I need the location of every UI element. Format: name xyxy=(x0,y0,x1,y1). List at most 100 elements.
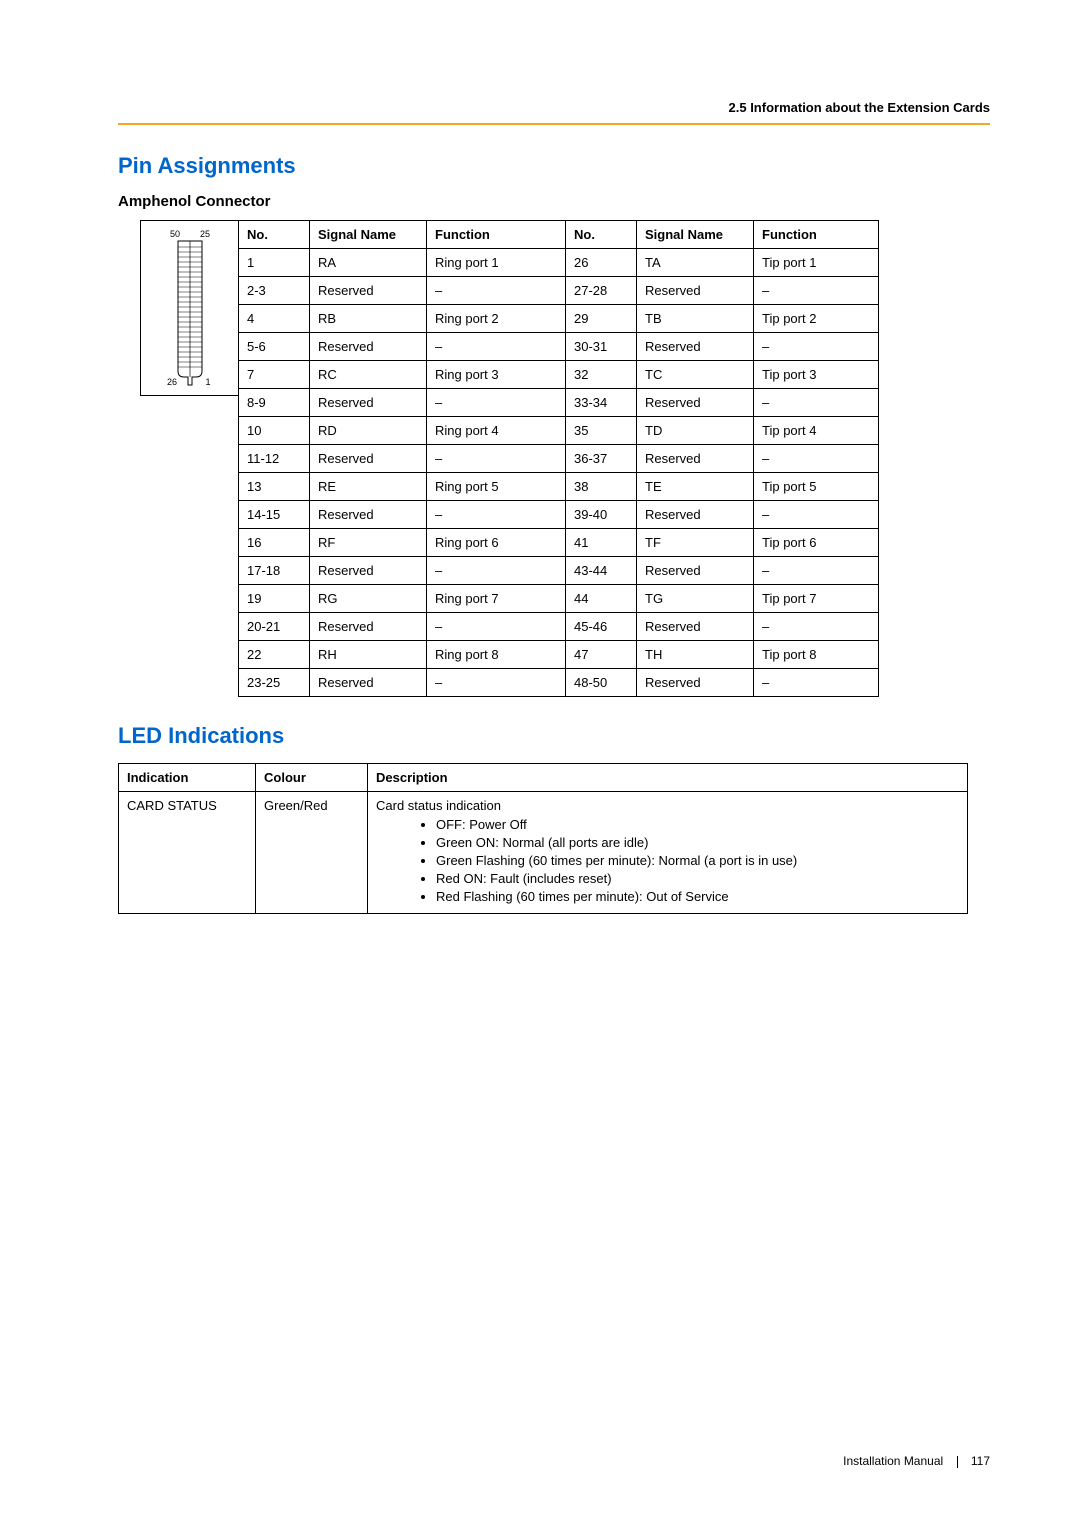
col-function: Function xyxy=(427,221,566,249)
cell: 32 xyxy=(566,361,637,389)
cell: RE xyxy=(310,473,427,501)
cell: 33-34 xyxy=(566,389,637,417)
cell: TF xyxy=(637,529,754,557)
svg-text:25: 25 xyxy=(199,229,209,239)
cell: 38 xyxy=(566,473,637,501)
cell: Reserved xyxy=(310,389,427,417)
cell: Ring port 3 xyxy=(427,361,566,389)
cell: TC xyxy=(637,361,754,389)
cell: 48-50 xyxy=(566,669,637,697)
col-no-2: No. xyxy=(566,221,637,249)
table-row: 11-12Reserved–36-37Reserved– xyxy=(239,445,879,473)
table-row: 1RARing port 126TATip port 1 xyxy=(239,249,879,277)
table-row: 7RCRing port 332TCTip port 3 xyxy=(239,361,879,389)
cell: 17-18 xyxy=(239,557,310,585)
cell: – xyxy=(754,501,879,529)
cell: 36-37 xyxy=(566,445,637,473)
cell: Ring port 5 xyxy=(427,473,566,501)
description-head: Card status indication xyxy=(376,798,959,813)
svg-text:26: 26 xyxy=(166,377,176,387)
cell: – xyxy=(427,389,566,417)
amphenol-connector-icon: 50 25 xyxy=(150,227,230,395)
cell: Tip port 5 xyxy=(754,473,879,501)
cell: 27-28 xyxy=(566,277,637,305)
cell: – xyxy=(754,669,879,697)
cell: 22 xyxy=(239,641,310,669)
cell: 47 xyxy=(566,641,637,669)
cell: Reserved xyxy=(637,445,754,473)
table-row: 14-15Reserved–39-40Reserved– xyxy=(239,501,879,529)
cell: Tip port 1 xyxy=(754,249,879,277)
cell: – xyxy=(427,669,566,697)
list-item: Green Flashing (60 times per minute): No… xyxy=(436,853,959,868)
led-indications-table: Indication Colour Description CARD STATU… xyxy=(118,763,968,914)
cell: Tip port 3 xyxy=(754,361,879,389)
list-item: Red ON: Fault (includes reset) xyxy=(436,871,959,886)
table-row: 10RDRing port 435TDTip port 4 xyxy=(239,417,879,445)
cell: – xyxy=(427,557,566,585)
cell: Reserved xyxy=(310,277,427,305)
cell: RG xyxy=(310,585,427,613)
cell: 44 xyxy=(566,585,637,613)
cell: Reserved xyxy=(310,613,427,641)
footer-book: Installation Manual xyxy=(843,1454,943,1468)
cell: RF xyxy=(310,529,427,557)
cell: TH xyxy=(637,641,754,669)
cell: – xyxy=(427,333,566,361)
cell: Reserved xyxy=(637,277,754,305)
table-row: 5-6Reserved–30-31Reserved– xyxy=(239,333,879,361)
cell: 8-9 xyxy=(239,389,310,417)
cell: Reserved xyxy=(310,501,427,529)
cell: Tip port 6 xyxy=(754,529,879,557)
heading-led-indications: LED Indications xyxy=(118,723,990,749)
cell: – xyxy=(754,333,879,361)
table-row: 2-3Reserved–27-28Reserved– xyxy=(239,277,879,305)
cell: 43-44 xyxy=(566,557,637,585)
col-signal: Signal Name xyxy=(310,221,427,249)
cell: Reserved xyxy=(637,501,754,529)
col-colour: Colour xyxy=(256,764,368,792)
table-row: 16RFRing port 641TFTip port 6 xyxy=(239,529,879,557)
cell: – xyxy=(754,277,879,305)
table-row: 4RBRing port 229TBTip port 2 xyxy=(239,305,879,333)
connector-diagram-cell: 50 25 xyxy=(140,220,238,396)
cell: RA xyxy=(310,249,427,277)
cell: 7 xyxy=(239,361,310,389)
cell: 1 xyxy=(239,249,310,277)
cell: Reserved xyxy=(637,613,754,641)
col-function-2: Function xyxy=(754,221,879,249)
cell: Reserved xyxy=(637,333,754,361)
cell: Ring port 2 xyxy=(427,305,566,333)
cell: 16 xyxy=(239,529,310,557)
cell: Ring port 8 xyxy=(427,641,566,669)
table-row: 8-9Reserved–33-34Reserved– xyxy=(239,389,879,417)
cell: RC xyxy=(310,361,427,389)
table-row: 17-18Reserved–43-44Reserved– xyxy=(239,557,879,585)
cell: Tip port 8 xyxy=(754,641,879,669)
cell: 14-15 xyxy=(239,501,310,529)
cell: – xyxy=(754,389,879,417)
cell: TA xyxy=(637,249,754,277)
cell-indication: CARD STATUS xyxy=(119,792,256,914)
col-no: No. xyxy=(239,221,310,249)
table-row: 20-21Reserved–45-46Reserved– xyxy=(239,613,879,641)
table-header-row: No. Signal Name Function No. Signal Name… xyxy=(239,221,879,249)
cell: 23-25 xyxy=(239,669,310,697)
cell: Tip port 7 xyxy=(754,585,879,613)
cell: 2-3 xyxy=(239,277,310,305)
cell: – xyxy=(427,501,566,529)
cell: – xyxy=(754,613,879,641)
col-indication: Indication xyxy=(119,764,256,792)
cell: Reserved xyxy=(310,445,427,473)
svg-text:50: 50 xyxy=(169,229,179,239)
table-row: 23-25Reserved–48-50Reserved– xyxy=(239,669,879,697)
cell: Tip port 4 xyxy=(754,417,879,445)
cell: Reserved xyxy=(637,557,754,585)
section-header: 2.5 Information about the Extension Card… xyxy=(118,100,990,115)
table-row: 13RERing port 538TETip port 5 xyxy=(239,473,879,501)
list-item: Green ON: Normal (all ports are idle) xyxy=(436,835,959,850)
footer-separator xyxy=(957,1456,958,1468)
cell: 19 xyxy=(239,585,310,613)
cell: Reserved xyxy=(637,389,754,417)
cell: – xyxy=(754,445,879,473)
